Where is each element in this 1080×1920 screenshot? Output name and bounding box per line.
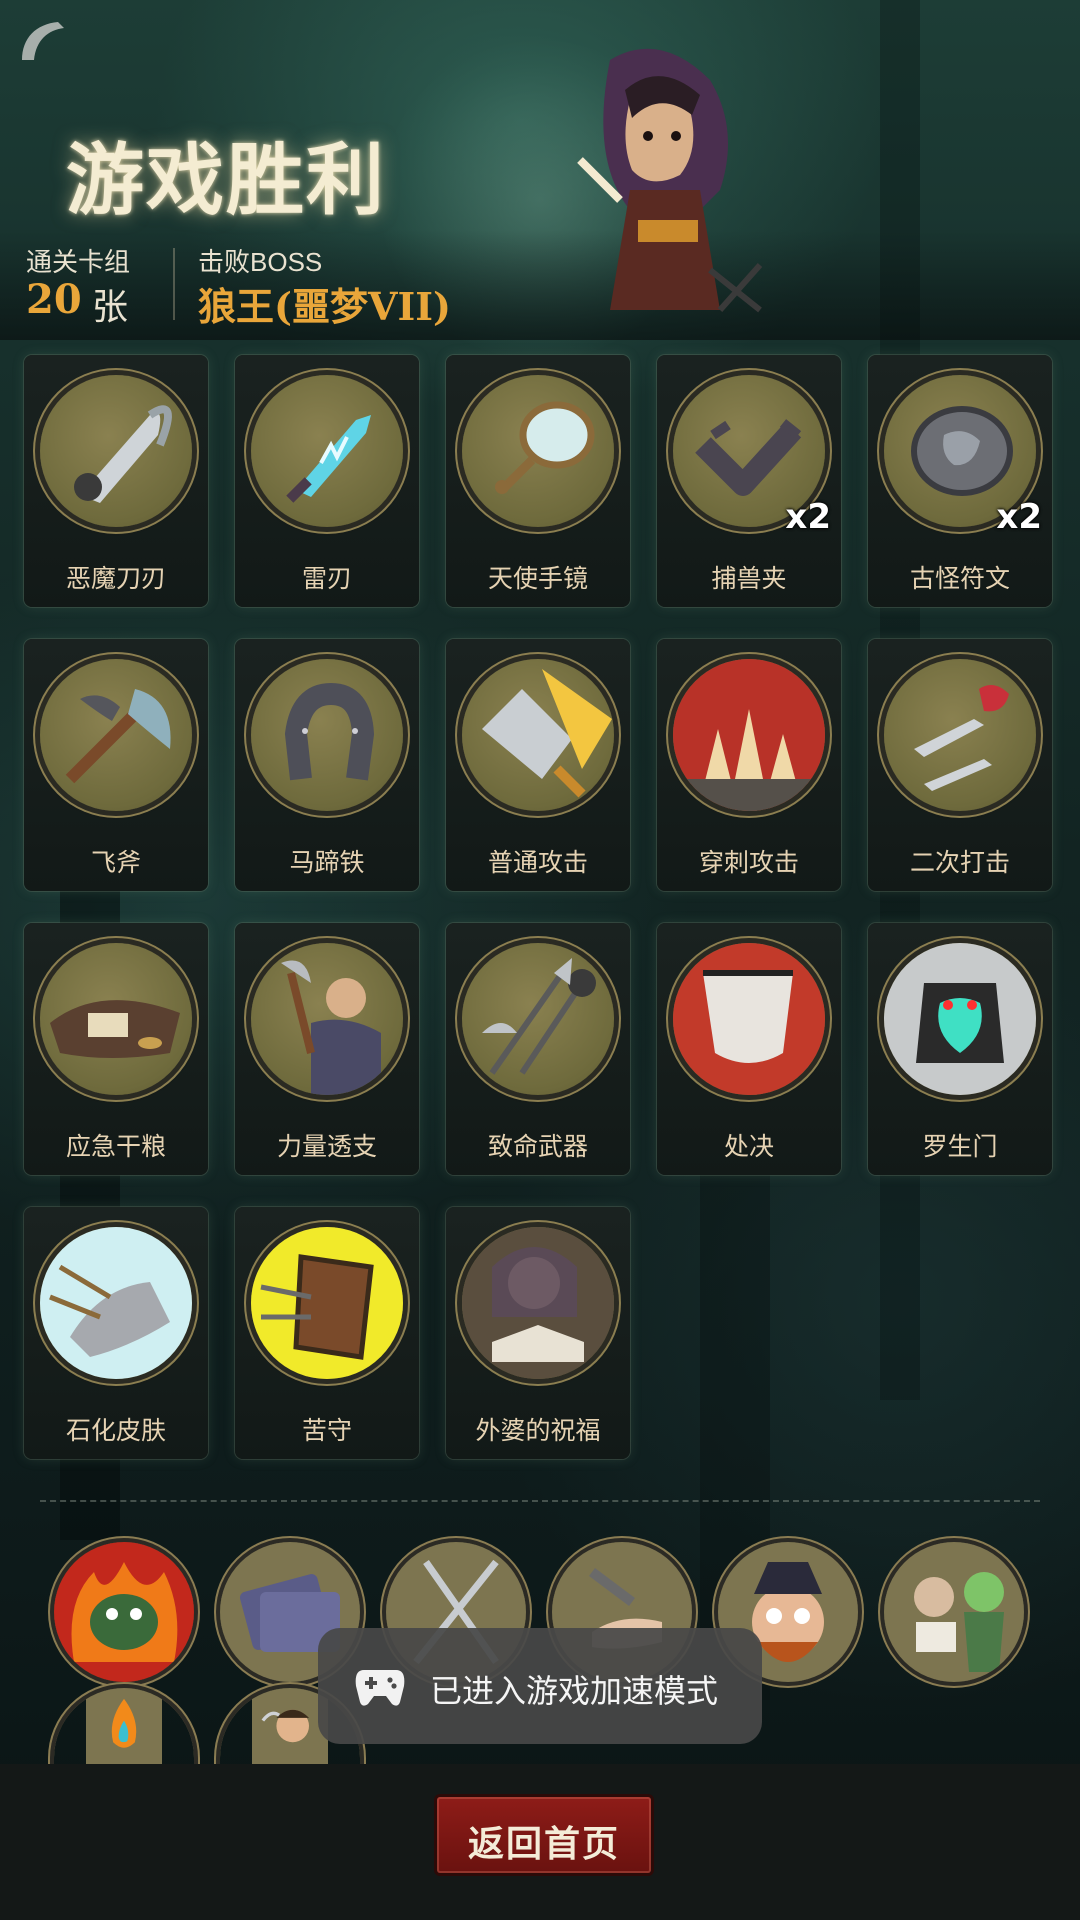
card-item[interactable]: 致命武器 xyxy=(446,923,630,1175)
card-item[interactable]: 雷刃 xyxy=(235,355,419,607)
card-label: 穿刺攻击 xyxy=(698,849,799,877)
card-label: 罗生门 xyxy=(922,1133,998,1161)
cleared-deck-unit: 张 xyxy=(92,286,129,327)
card-item[interactable]: 恶魔刀刃 xyxy=(24,355,208,607)
card-label: 恶魔刀刃 xyxy=(65,565,166,593)
card-item[interactable]: 苦守 xyxy=(235,1207,419,1459)
card-item[interactable]: 力量透支 xyxy=(235,923,419,1175)
card-label: 马蹄铁 xyxy=(289,849,365,877)
card-item[interactable]: 古怪符文 x2 xyxy=(868,355,1052,607)
grandma-blessing-icon xyxy=(462,1227,614,1379)
card-label: 致命武器 xyxy=(487,1133,588,1161)
hero-character-icon xyxy=(577,48,763,313)
card-item[interactable]: 普通攻击 xyxy=(446,639,630,891)
execution-icon xyxy=(673,943,825,1095)
card-item[interactable]: 天使手镜 xyxy=(446,355,630,607)
card-item[interactable]: 飞斧 xyxy=(24,639,208,891)
page-title: 游戏胜利 xyxy=(66,135,387,226)
demon-blade-icon xyxy=(40,375,192,527)
normal-attack-icon xyxy=(462,659,614,811)
stone-skin-icon xyxy=(40,1227,192,1379)
cleared-deck-count: 20 xyxy=(26,276,82,323)
card-label: 普通攻击 xyxy=(487,849,588,877)
card-item[interactable]: 应急干粮 xyxy=(24,923,208,1175)
return-home-label: 返回首页 xyxy=(467,1823,620,1864)
card-item[interactable]: 捕兽夹 x2 xyxy=(657,355,841,607)
angel-mirror-icon xyxy=(462,375,614,527)
emergency-rations-icon xyxy=(40,943,192,1095)
toast-notification: 已进入游戏加速模式 xyxy=(318,1628,762,1744)
toast-text: 已进入游戏加速模式 xyxy=(430,1673,719,1709)
defeated-boss-label: 击败BOSS xyxy=(198,247,323,277)
card-count-badge: x2 xyxy=(996,497,1042,537)
section-divider xyxy=(40,1500,1040,1502)
card-item[interactable]: 穿刺攻击 xyxy=(657,639,841,891)
card-label: 苦守 xyxy=(301,1417,352,1445)
gamepad-icon xyxy=(355,1670,405,1706)
rashomon-icon xyxy=(884,943,1036,1095)
flying-axe-icon xyxy=(40,659,192,811)
double-strike-icon xyxy=(884,659,1036,811)
card-item[interactable]: 马蹄铁 xyxy=(235,639,419,891)
horseshoe-icon xyxy=(251,659,403,811)
hard-defense-icon xyxy=(251,1227,403,1379)
deadly-weapons-icon xyxy=(462,943,614,1095)
card-item[interactable]: 罗生门 xyxy=(868,923,1052,1175)
card-item[interactable]: 石化皮肤 xyxy=(24,1207,208,1459)
fire-demon-icon[interactable] xyxy=(54,1542,194,1682)
cleared-deck-label: 通关卡组 xyxy=(26,247,131,277)
card-label: 捕兽夹 xyxy=(711,565,787,593)
card-label: 应急干粮 xyxy=(65,1133,166,1161)
card-label: 飞斧 xyxy=(90,849,141,877)
return-home-button[interactable]: 返回首页 xyxy=(437,1797,651,1873)
card-label: 外婆的祝福 xyxy=(475,1417,601,1445)
card-label: 雷刃 xyxy=(301,565,352,593)
card-item[interactable]: 处决 xyxy=(657,923,841,1175)
card-label: 古怪符文 xyxy=(909,565,1010,593)
thunder-blade-icon xyxy=(251,375,403,527)
card-item[interactable]: 二次打击 xyxy=(868,639,1052,891)
power-overdraw-icon xyxy=(251,943,403,1095)
defeated-boss-name: 狼王(噩梦VII) xyxy=(198,284,451,329)
stats-divider xyxy=(173,248,175,320)
card-item[interactable]: 外婆的祝福 xyxy=(446,1207,630,1459)
card-label: 二次打击 xyxy=(909,849,1010,877)
card-label: 天使手镜 xyxy=(487,565,588,593)
card-count-badge: x2 xyxy=(785,497,831,537)
card-label: 处决 xyxy=(723,1133,774,1161)
zombie-reader-icon[interactable] xyxy=(884,1542,1024,1682)
pierce-attack-icon xyxy=(673,659,825,811)
card-label: 力量透支 xyxy=(276,1133,377,1161)
menu-swirl-icon[interactable] xyxy=(14,14,70,70)
card-label: 石化皮肤 xyxy=(65,1417,166,1445)
